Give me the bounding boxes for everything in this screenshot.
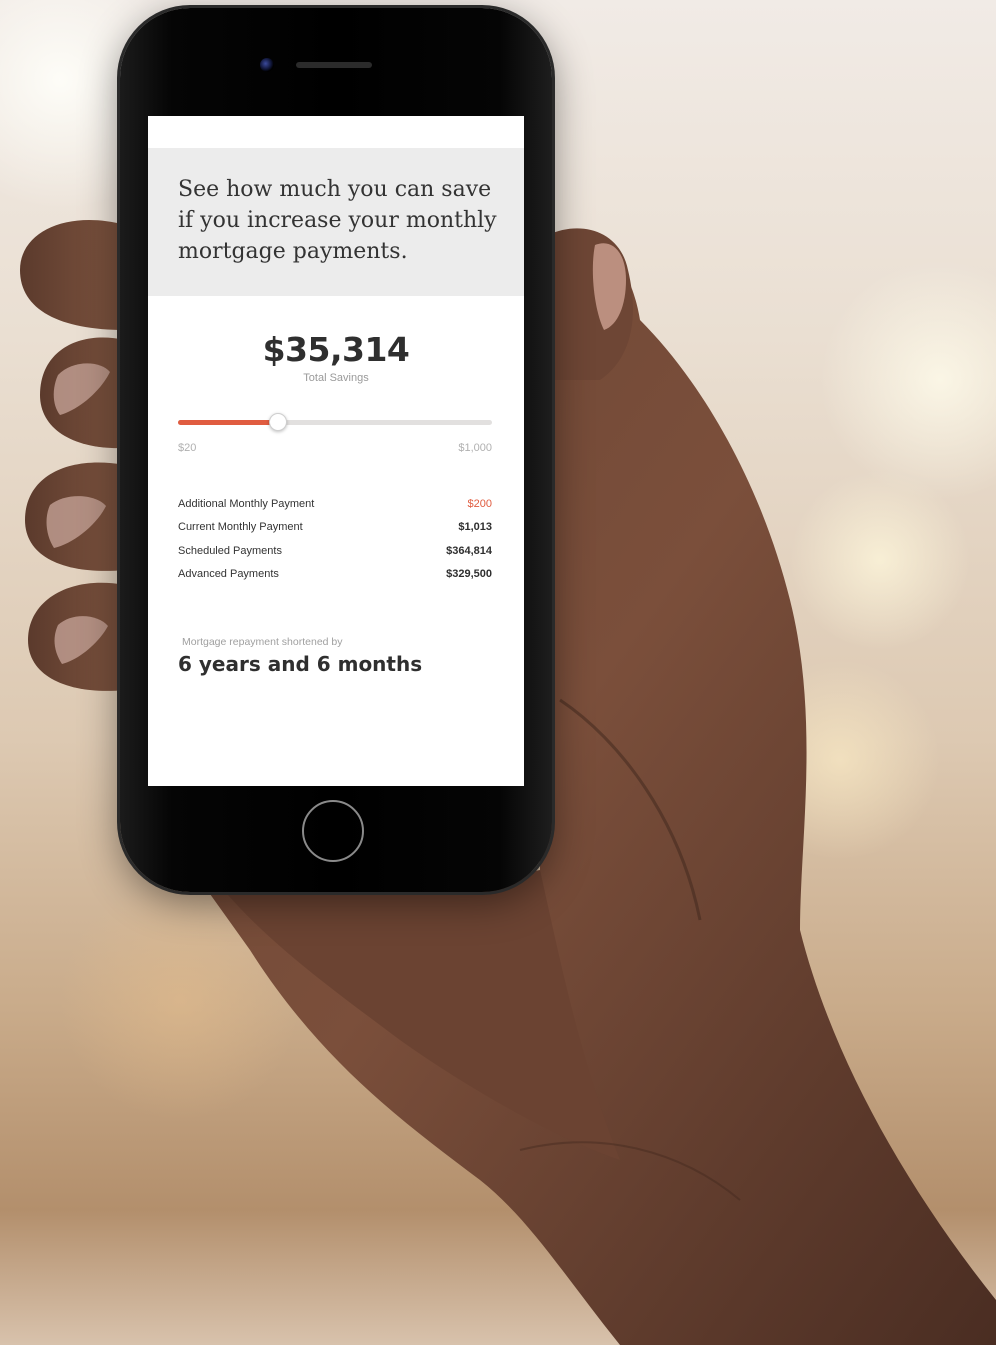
camera-icon: [260, 58, 274, 72]
total-savings-label: Total Savings: [303, 372, 369, 384]
slider-max-label: $1,000: [458, 442, 492, 454]
detail-value: $200: [467, 497, 492, 510]
payment-details: Additional Monthly Payment $200 Current …: [178, 492, 492, 586]
payment-slider[interactable]: [178, 413, 492, 431]
detail-value: $1,013: [458, 521, 492, 534]
detail-value: $364,814: [446, 544, 492, 557]
detail-row: Scheduled Payments $364,814: [178, 539, 492, 563]
detail-label: Scheduled Payments: [178, 544, 282, 557]
phone-screen: See how much you can save if you increas…: [148, 116, 524, 786]
slider-min-label: $20: [178, 442, 197, 454]
home-button-icon[interactable]: [302, 800, 364, 862]
shortened-value: 6 years and 6 months: [178, 652, 423, 676]
headline: See how much you can save if you increas…: [178, 177, 497, 264]
detail-label: Advanced Payments: [178, 568, 279, 581]
finger-1: [20, 220, 125, 330]
header-panel: See how much you can save if you increas…: [148, 148, 524, 296]
slider-fill: [178, 420, 278, 425]
slider-thumb[interactable]: [269, 413, 287, 431]
detail-row: Current Monthly Payment $1,013: [178, 516, 492, 540]
speaker-grille: [296, 62, 372, 68]
phone-device: See how much you can save if you increas…: [120, 8, 552, 892]
shortened-label: Mortgage repayment shortened by: [182, 636, 343, 648]
detail-value: $329,500: [446, 568, 492, 581]
total-savings-value: $35,314: [262, 330, 410, 369]
detail-label: Additional Monthly Payment: [178, 497, 315, 510]
detail-label: Current Monthly Payment: [178, 521, 303, 534]
detail-row: Additional Monthly Payment $200: [178, 492, 492, 516]
detail-row: Advanced Payments $329,500: [178, 563, 492, 587]
